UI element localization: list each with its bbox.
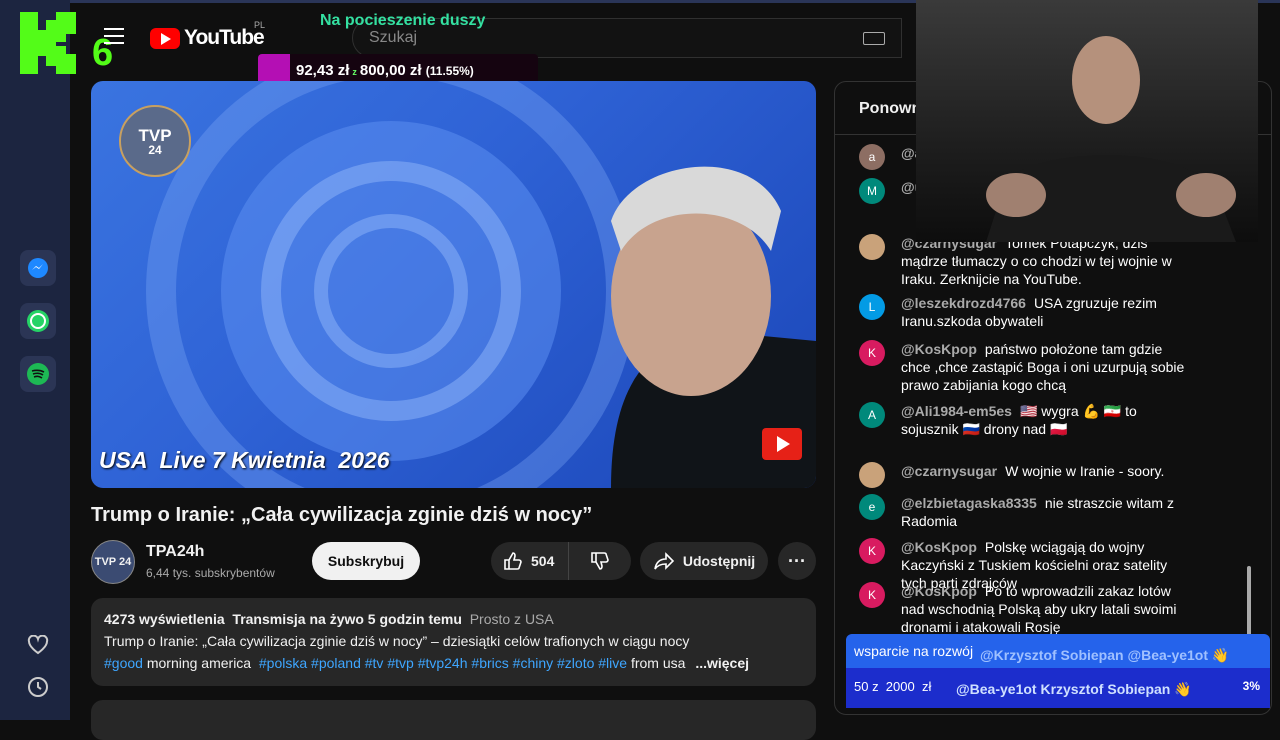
dislike-button[interactable] bbox=[569, 551, 631, 571]
chat-author[interactable]: @elzbietagaska8335 bbox=[901, 495, 1037, 511]
donation-banner-percent: 3% bbox=[1242, 679, 1260, 693]
hashtag[interactable]: #brics bbox=[471, 655, 508, 671]
donation-separator: z bbox=[352, 67, 357, 77]
youtube-wordmark: YouTube bbox=[184, 26, 265, 49]
tvp-badge: TVP 24 bbox=[119, 105, 191, 177]
region-label: PL bbox=[254, 20, 266, 30]
replay-panel[interactable] bbox=[91, 700, 816, 740]
view-count: 4273 wyświetlenia bbox=[104, 611, 225, 627]
chat-message[interactable]: K @KosKpop Po to wprowadzili zakaz lotów n… bbox=[859, 582, 1195, 636]
search-input[interactable]: Szukaj bbox=[369, 29, 417, 47]
thumbs-down-icon bbox=[591, 552, 609, 570]
subscribe-watermark-icon[interactable] bbox=[762, 428, 802, 460]
video-description[interactable]: 4273 wyświetlenia Transmisja na żywo 5 g… bbox=[91, 598, 816, 686]
chat-message[interactable]: A @Ali1984-em5es 🇺🇸 wygra 💪 🇮🇷 to sojuszni… bbox=[859, 402, 1195, 438]
spotify-icon[interactable] bbox=[20, 356, 56, 392]
like-dislike-group: 504 bbox=[491, 542, 631, 580]
chat-author[interactable]: @czarnysugar bbox=[901, 463, 997, 479]
chat-avatar[interactable] bbox=[859, 462, 885, 488]
heart-icon[interactable] bbox=[24, 631, 52, 659]
subscribe-button[interactable]: Subskrybuj bbox=[312, 542, 420, 580]
chat-author[interactable]: @Ali1984-em5es bbox=[901, 403, 1012, 419]
donation-banner-amount: 50 z 2000 zł bbox=[854, 679, 932, 694]
show-more-link[interactable]: ...więcej bbox=[695, 655, 749, 671]
menu-icon[interactable] bbox=[104, 28, 124, 44]
chat-avatar[interactable]: K bbox=[859, 340, 885, 366]
donation-current: 92,43 zł bbox=[296, 62, 350, 79]
video-title: Trump o Iranie: „Cała cywilizacja zginie… bbox=[91, 504, 593, 526]
source-label: Prosto z USA bbox=[469, 611, 554, 627]
chat-avatar[interactable]: A bbox=[859, 402, 885, 428]
donation-percent: (11.55%) bbox=[425, 64, 474, 78]
video-player[interactable]: TVP 24 USA Live 7 Kwietnia 2026 bbox=[91, 81, 816, 488]
messenger-icon[interactable] bbox=[20, 250, 56, 286]
video-caption: USA Live 7 Kwietnia 2026 bbox=[99, 447, 390, 473]
hashtag[interactable]: #live bbox=[598, 655, 627, 671]
chat-avatar[interactable]: K bbox=[859, 582, 885, 608]
hashtag[interactable]: #chiny bbox=[513, 655, 553, 671]
chat-message[interactable]: @czarnysugar W wojnie w Iranie - soory. bbox=[859, 462, 1195, 488]
donation-goal: 800,00 zł bbox=[359, 62, 422, 79]
tag-text: morning america bbox=[146, 655, 252, 671]
hashtag[interactable]: #polska bbox=[259, 655, 307, 671]
share-button[interactable]: Udostępnij bbox=[640, 542, 768, 580]
globe-graphic bbox=[146, 81, 816, 488]
chat-text: W wojnie w Iranie - soory. bbox=[1005, 463, 1165, 479]
stream-banner: Na pocieszenie duszy bbox=[320, 12, 486, 29]
youtube-logo[interactable]: YouTube bbox=[150, 26, 265, 50]
chat-message[interactable]: e @elzbietagaska8335 nie straszcie witam z… bbox=[859, 494, 1195, 530]
more-actions-button[interactable]: ··· bbox=[778, 542, 816, 580]
description-tags: #good morning america #polska #poland #t… bbox=[104, 655, 749, 671]
share-label: Udostępnij bbox=[682, 553, 756, 569]
hashtag[interactable]: #tvp24h bbox=[418, 655, 468, 671]
like-button[interactable]: 504 bbox=[491, 542, 570, 580]
chat-author[interactable]: @KosKpop bbox=[901, 341, 977, 357]
stream-time: Transmisja na żywo 5 godzin temu bbox=[232, 611, 462, 627]
donation-banner: 50 z 2000 zł @Bea-ye1ot Krzysztof Sobiep… bbox=[846, 668, 1270, 708]
kick-logo[interactable]: 6 bbox=[20, 12, 113, 74]
channel-avatar[interactable]: TVP 24 bbox=[91, 540, 135, 584]
chat-message[interactable]: L @leszekdrozd4766 USA zgruzuje rezim Iran… bbox=[859, 294, 1195, 330]
chat-scrollbar[interactable] bbox=[1247, 566, 1251, 636]
tvp-badge-line1: TVP bbox=[138, 125, 172, 145]
chat-avatar[interactable] bbox=[859, 234, 885, 260]
chat-avatar[interactable]: e bbox=[859, 494, 885, 520]
hashtag[interactable]: #poland bbox=[311, 655, 361, 671]
support-banner: wsparcie na rozwój @Krzysztof Sobiepan @… bbox=[846, 634, 1270, 668]
tvp-badge-line2: 24 bbox=[148, 142, 162, 157]
hashtag[interactable]: #tv bbox=[365, 655, 384, 671]
chat-avatar[interactable]: M bbox=[859, 178, 885, 204]
history-icon[interactable] bbox=[24, 673, 52, 701]
tag-tail: from usa bbox=[630, 655, 686, 671]
chat-author[interactable]: @KosKpop bbox=[901, 583, 977, 599]
chat-title: Ponown bbox=[859, 100, 922, 117]
chat-message[interactable]: K @KosKpop państwo położone tam gdzie chce… bbox=[859, 340, 1195, 394]
like-count: 504 bbox=[531, 553, 555, 569]
chat-avatar[interactable]: L bbox=[859, 294, 885, 320]
webcam-figure bbox=[986, 36, 1236, 242]
whatsapp-icon[interactable] bbox=[20, 303, 56, 339]
youtube-play-icon bbox=[150, 27, 180, 49]
share-icon bbox=[654, 552, 674, 570]
donation-banner-names: @Bea-ye1ot Krzysztof Sobiepan 👋 bbox=[956, 681, 1192, 697]
chat-author[interactable]: @KosKpop bbox=[901, 539, 977, 555]
subscriber-count: 6,44 tys. subskrybentów bbox=[146, 566, 275, 580]
hashtag[interactable]: #zloto bbox=[557, 655, 594, 671]
hashtag[interactable]: #good bbox=[104, 655, 143, 671]
webcam-overlay bbox=[916, 0, 1258, 242]
thumbs-up-icon bbox=[504, 552, 522, 570]
chat-message[interactable]: @czarnysugar Tomek Potapczyk, dziś mądrze… bbox=[859, 234, 1195, 288]
chat-avatar[interactable]: a bbox=[859, 144, 885, 170]
description-text: Trump o Iranie: „Cała cywilizacja zginie… bbox=[104, 633, 690, 649]
chat-avatar[interactable]: K bbox=[859, 538, 885, 564]
support-banner-label: wsparcie na rozwój bbox=[854, 643, 974, 659]
chat-author[interactable]: @leszekdrozd4766 bbox=[901, 295, 1026, 311]
support-banner-names: @Krzysztof Sobiepan @Bea-ye1ot 👋 bbox=[980, 647, 1230, 663]
hashtag[interactable]: #tvp bbox=[387, 655, 413, 671]
keyboard-icon[interactable] bbox=[863, 32, 885, 45]
channel-name[interactable]: TPA24h bbox=[146, 543, 204, 561]
